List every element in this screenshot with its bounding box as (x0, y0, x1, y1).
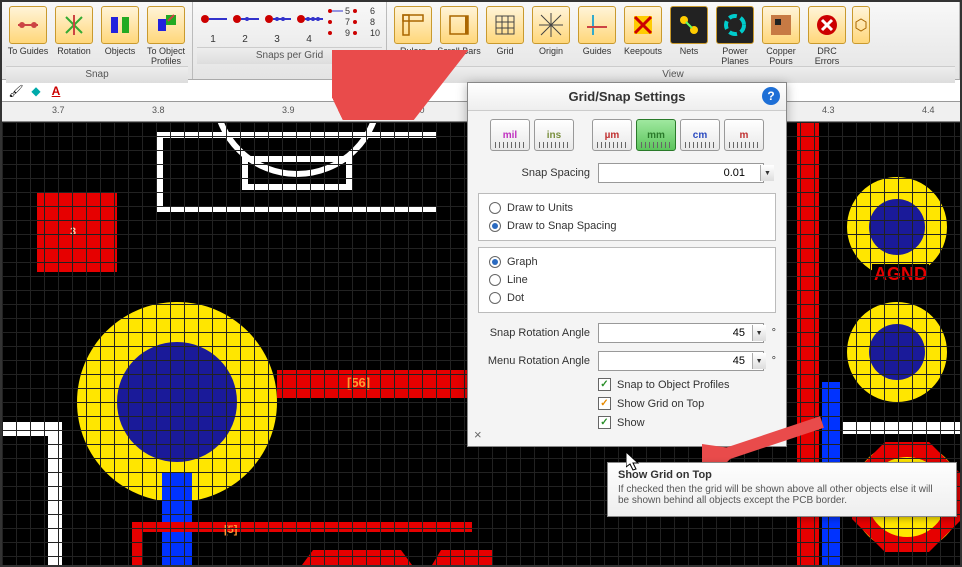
drc-errors-button[interactable]: DRC Errors (805, 6, 849, 66)
unit-mm-button[interactable]: mm (636, 119, 676, 151)
snap-rotation-label: Snap Rotation Angle (478, 327, 598, 339)
nets-icon (670, 6, 708, 44)
grid-dot-radio[interactable]: Dot (489, 292, 765, 304)
snap-to-profiles-checkbox[interactable]: Snap to Object Profiles (468, 375, 786, 394)
snap-spacing-label: Snap Spacing (478, 167, 598, 179)
to-guides-button[interactable]: To Guides (6, 6, 50, 66)
snap-7-button[interactable] (327, 17, 343, 27)
copper-pours-icon (762, 6, 800, 44)
grid-icon (486, 6, 524, 44)
chevron-down-icon[interactable]: ▼ (760, 165, 774, 181)
objects-button[interactable]: Objects (98, 6, 142, 66)
snap-5-button[interactable] (327, 6, 343, 16)
close-icon[interactable]: × (474, 427, 482, 442)
snap-group-label: Snap (6, 66, 188, 83)
fill-icon[interactable]: ◆ (28, 83, 44, 99)
snap-9-button[interactable] (327, 28, 343, 38)
power-planes-button[interactable]: Power Planes (713, 6, 757, 66)
menu-rotation-label: Menu Rotation Angle (478, 355, 598, 367)
text-icon[interactable]: A (48, 83, 64, 99)
origin-icon (532, 6, 570, 44)
snap-2-button[interactable] (231, 6, 259, 32)
snap-spacing-input[interactable] (598, 163, 764, 183)
rulers-icon (394, 6, 432, 44)
objects-icon (101, 6, 139, 44)
snap-1-button[interactable] (199, 6, 227, 32)
object-profiles-icon (147, 6, 185, 44)
unit-cm-button[interactable]: cm (680, 119, 720, 151)
mouse-cursor (626, 452, 642, 475)
snap-6-button[interactable] (352, 6, 368, 16)
snap-rotation-input[interactable] (598, 323, 764, 343)
scroll-bars-icon (440, 6, 478, 44)
grid-style-group: Graph Line Dot (478, 247, 776, 313)
grid-graph-radio[interactable]: Graph (489, 256, 765, 268)
rotation-button[interactable]: Rotation (52, 6, 96, 66)
draw-mode-group: Draw to Units Draw to Snap Spacing (478, 193, 776, 241)
guides-icon (578, 6, 616, 44)
rotation-icon (55, 6, 93, 44)
snap-guides-icon (9, 6, 47, 44)
snap-4-button[interactable] (295, 6, 323, 32)
unit-m-button[interactable]: m (724, 119, 764, 151)
keepouts-icon (624, 6, 662, 44)
origin-button[interactable]: Origin (529, 6, 573, 66)
panel-title: Grid/Snap Settings ? (468, 83, 786, 111)
show-grid-on-top-checkbox[interactable]: Show Grid on Top (468, 394, 786, 413)
tooltip: Show Grid on Top If checked then the gri… (607, 462, 957, 517)
chevron-down-icon[interactable]: ▼ (752, 325, 766, 341)
grid-snap-settings-panel: Grid/Snap Settings ? mil ins µm mm cm m … (467, 82, 787, 447)
drc-errors-icon (808, 6, 846, 44)
snap-3-button[interactable] (263, 6, 291, 32)
arrow-annotation-1 (332, 50, 482, 120)
grid-line-radio[interactable]: Line (489, 274, 765, 286)
draw-to-units-radio[interactable]: Draw to Units (489, 202, 765, 214)
copper-pours-button[interactable]: Copper Pours (759, 6, 803, 66)
to-object-profiles-button[interactable]: To Object Profiles (144, 6, 188, 66)
menu-rotation-input[interactable] (598, 351, 764, 371)
tool-group-snap: To Guides Rotation Objects To Object Pro… (2, 2, 193, 79)
chevron-down-icon[interactable]: ▼ (752, 353, 766, 369)
tooltip-body: If checked then the grid will be shown a… (618, 484, 946, 506)
snap-8-button[interactable] (352, 17, 368, 27)
unit-ins-button[interactable]: ins (534, 119, 574, 151)
power-planes-icon (716, 6, 754, 44)
nets-button[interactable]: Nets (667, 6, 711, 66)
brush-icon[interactable]: 🖌 (8, 83, 24, 99)
unit-um-button[interactable]: µm (592, 119, 632, 151)
draw-to-snap-radio[interactable]: Draw to Snap Spacing (489, 220, 765, 232)
cube-icon (852, 6, 870, 44)
grid-button[interactable]: Grid (483, 6, 527, 66)
snap-10-button[interactable] (352, 28, 368, 38)
help-icon[interactable]: ? (762, 87, 780, 105)
tooltip-title: Show Grid on Top (618, 469, 946, 481)
guides-button[interactable]: Guides (575, 6, 619, 66)
keepouts-button[interactable]: Keepouts (621, 6, 665, 66)
unit-mil-button[interactable]: mil (490, 119, 530, 151)
unit-selector: mil ins µm mm cm m (468, 111, 786, 159)
view-more-button[interactable] (851, 6, 871, 44)
